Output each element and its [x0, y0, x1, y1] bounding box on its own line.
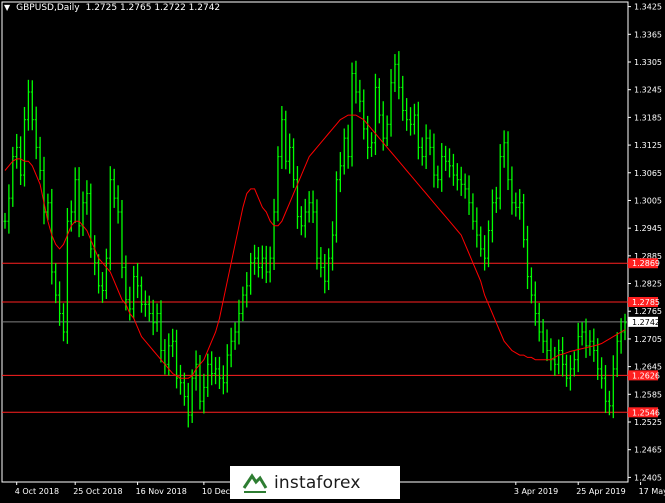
y-tick-label: 1.2765 [634, 307, 662, 316]
y-tick-label: 1.2465 [634, 446, 662, 455]
x-tick-label: 17 May 2019 [639, 487, 665, 496]
y-tick-label: 1.2705 [634, 335, 662, 344]
chart-canvas: 1.3425 1.3365 1.3305 1.3245 1.3185 1.3125 1.30… [0, 0, 665, 499]
symbol-label: GBPUSD,Daily [16, 3, 80, 13]
current-price-label: 1.2742 [632, 318, 660, 327]
x-tick-label: 16 Nov 2018 [136, 487, 187, 496]
y-tick-label: 1.3185 [634, 113, 662, 122]
y-tick-label: 1.2645 [634, 363, 662, 372]
y-tick-label: 1.2405 [634, 473, 662, 482]
level-price-label: 1.2869 [632, 259, 660, 268]
x-tick-label: 4 Oct 2018 [15, 487, 59, 496]
watermark-text: instaforex [274, 472, 361, 493]
level-price-label: 1.2626 [632, 371, 660, 380]
y-tick-label: 1.2525 [634, 418, 662, 427]
ohlc-readout: 1.2725 1.2765 1.2722 1.2742 [85, 3, 221, 13]
x-tick-label: 25 Oct 2018 [73, 487, 122, 496]
watermark: instaforex [230, 466, 400, 499]
instaforex-logo-icon [242, 472, 268, 493]
collapse-triangle-icon[interactable]: ▼ [4, 3, 10, 13]
y-tick-label: 1.2825 [634, 280, 662, 289]
y-tick-label: 1.2945 [634, 224, 662, 233]
chart-header: ▼ GBPUSD,Daily 1.2725 1.2765 1.2722 1.27… [4, 3, 220, 13]
y-tick-label: 1.3305 [634, 58, 662, 67]
x-tick-label: 25 Apr 2019 [576, 487, 625, 496]
y-tick-label: 1.3365 [634, 30, 662, 39]
level-price-label: 1.2546 [632, 408, 660, 417]
y-tick-label: 1.3065 [634, 169, 662, 178]
y-tick-label: 1.3125 [634, 141, 662, 150]
y-tick-label: 1.3005 [634, 196, 662, 205]
y-tick-label: 1.3425 [634, 3, 662, 12]
price-chart[interactable]: 1.3425 1.3365 1.3305 1.3245 1.3185 1.3125 1.30… [0, 0, 665, 499]
x-tick-label: 3 Apr 2019 [514, 487, 558, 496]
y-tick-label: 1.3245 [634, 86, 662, 95]
level-price-label: 1.2785 [632, 298, 660, 307]
y-tick-label: 1.2585 [634, 390, 662, 399]
